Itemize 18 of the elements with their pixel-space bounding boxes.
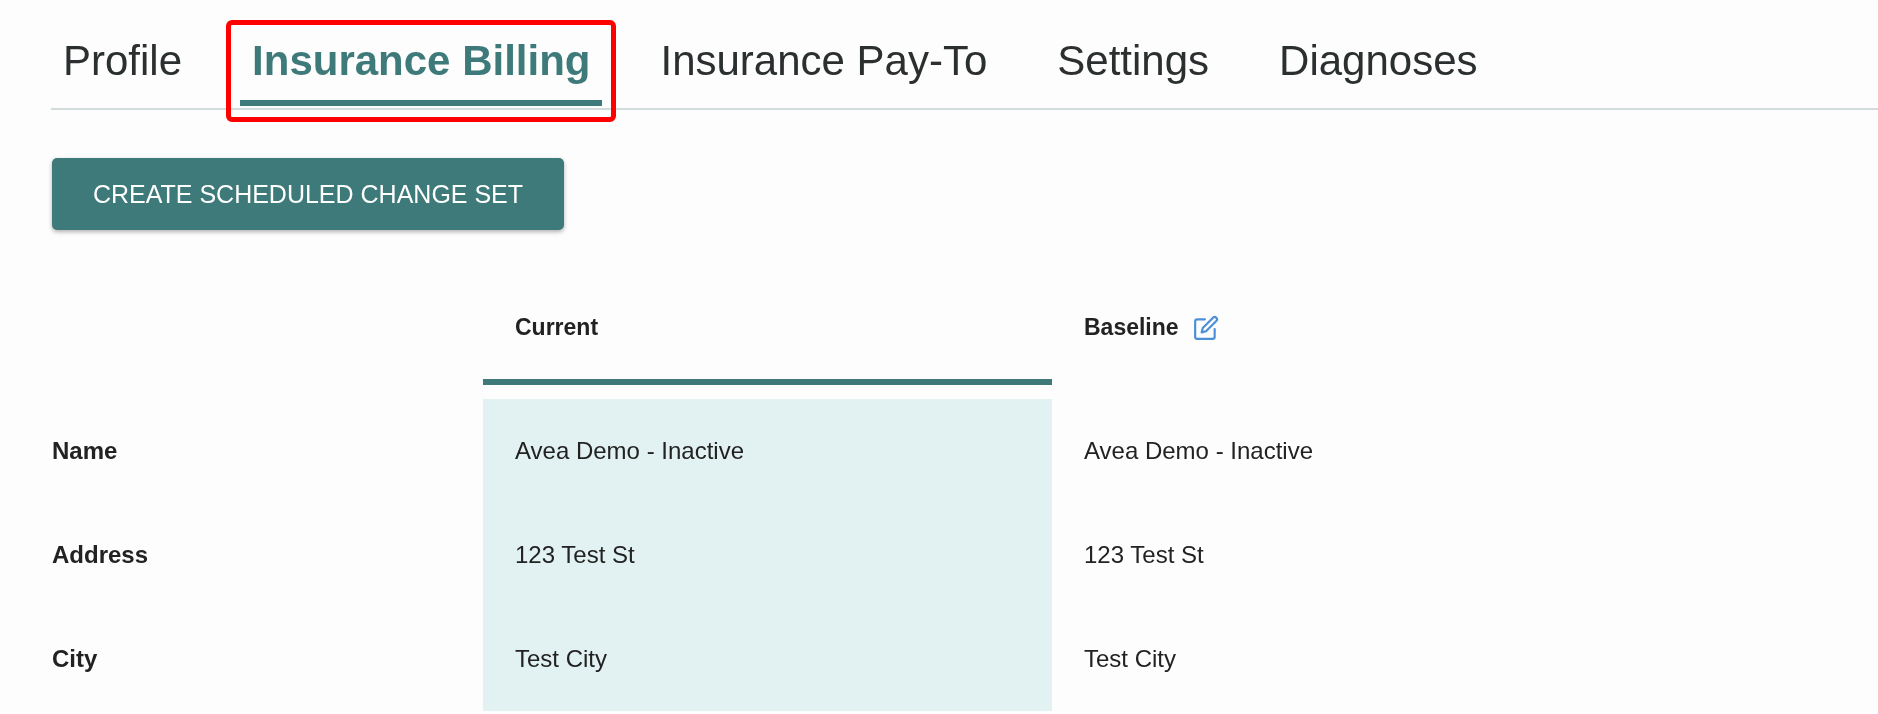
edit-icon[interactable]: [1192, 315, 1219, 341]
table-cell-text: Avea Demo - Inactive: [1083, 436, 1314, 466]
table-cell-text: Test City: [1083, 644, 1177, 674]
column-title: Baseline: [1084, 314, 1179, 341]
table-cell: Avea Demo - Inactive: [483, 399, 1052, 503]
column-title: Current: [515, 314, 599, 341]
row-label: City: [52, 644, 99, 674]
create-change-set-button[interactable]: CREATE SCHEDULED CHANGE SET: [52, 158, 564, 230]
table-cell: Test City: [483, 607, 1052, 711]
tab[interactable]: Profile: [51, 0, 195, 106]
row-label: Name: [52, 436, 119, 466]
tab[interactable]: Diagnoses: [1267, 0, 1490, 106]
table-cell-text: 123 Test St: [1083, 540, 1205, 570]
tab[interactable]: Insurance Pay-To: [648, 0, 1000, 106]
row-label: Address: [52, 540, 150, 570]
tab[interactable]: Insurance Billing: [240, 0, 603, 106]
table-cell: 123 Test St: [483, 503, 1052, 607]
tab[interactable]: Settings: [1045, 0, 1222, 106]
